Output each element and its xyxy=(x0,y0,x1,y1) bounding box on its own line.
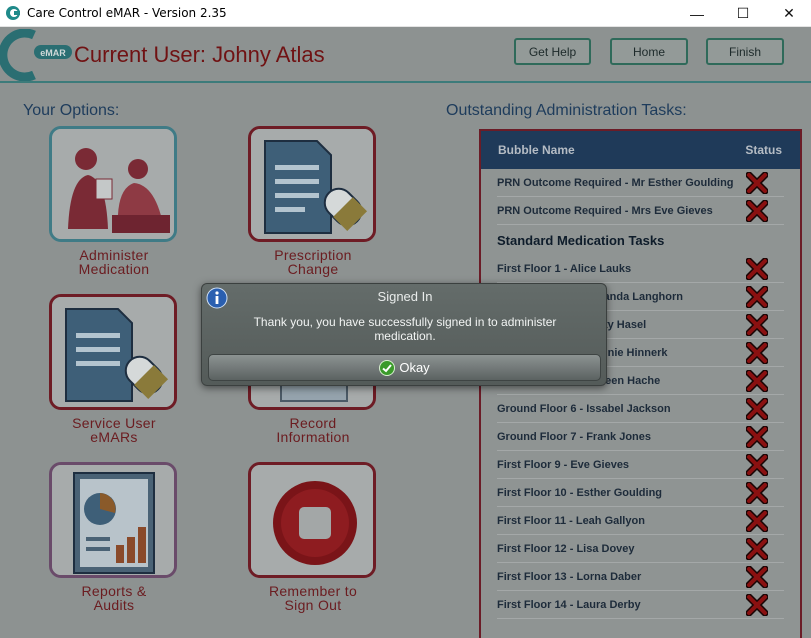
table-row[interactable]: First Floor 10 - Esther Goulding xyxy=(497,479,784,507)
prn-rows: PRN Outcome Required - Mr Esther Gouldin… xyxy=(481,169,800,225)
red-x-icon xyxy=(746,341,768,364)
home-button[interactable]: Home xyxy=(610,38,688,65)
remember-sign-out-tile[interactable]: Remember to Sign Out xyxy=(248,462,378,612)
logo-text: eMAR xyxy=(40,48,66,58)
okay-label: Okay xyxy=(399,360,430,375)
table-row[interactable]: First Floor 1 - Alice Lauks xyxy=(497,255,784,283)
reports-audits-tile[interactable]: Reports & Audits xyxy=(49,462,179,612)
red-x-icon xyxy=(746,425,768,448)
administer-medication-tile[interactable]: Administer Medication xyxy=(49,126,179,276)
nurse-patient-icon xyxy=(49,126,177,242)
bubble-name: First Floor 1 - Alice Lauks xyxy=(497,262,632,275)
red-x-icon xyxy=(746,199,768,222)
current-user-label: Current User: Johny Atlas xyxy=(74,42,325,67)
service-user-emars-label: Service User eMARs xyxy=(72,415,156,445)
table-row[interactable]: First Floor 9 - Eve Gieves xyxy=(497,451,784,479)
report-chart-icon xyxy=(49,462,177,578)
table-row[interactable]: First Floor 12 - Lisa Dovey xyxy=(497,535,784,563)
column-bubble-name: Bubble Name xyxy=(498,143,575,157)
document-pill-icon xyxy=(49,294,177,410)
signed-in-dialog: Signed In Thank you, you have successful… xyxy=(201,283,607,386)
bubble-name: First Floor 11 - Leah Gallyon xyxy=(497,514,645,527)
table-row[interactable]: PRN Outcome Required - Mrs Eve Gieves xyxy=(497,197,784,225)
table-row[interactable]: Ground Floor 6 - Issabel Jackson xyxy=(497,395,784,423)
prescription-change-label: Prescription Change xyxy=(274,247,352,277)
red-x-icon xyxy=(746,313,768,336)
close-button[interactable]: ✕ xyxy=(766,0,811,27)
table-row[interactable]: PRN Outcome Required - Mr Esther Gouldin… xyxy=(497,169,784,197)
finish-button[interactable]: Finish xyxy=(706,38,784,65)
reports-audits-label: Reports & Audits xyxy=(81,583,147,613)
table-row[interactable]: First Floor 11 - Leah Gallyon xyxy=(497,507,784,535)
bubble-name: Ground Floor 7 - Frank Jones xyxy=(497,430,652,443)
remember-sign-out-label: Remember to Sign Out xyxy=(268,583,358,613)
service-user-emars-tile[interactable]: Service User eMARs xyxy=(49,294,179,444)
tasks-title: Outstanding Administration Tasks: xyxy=(446,102,687,119)
red-x-icon xyxy=(746,537,768,560)
prescription-change-tile[interactable]: Prescription Change xyxy=(248,126,378,276)
red-x-icon xyxy=(746,565,768,588)
bubble-name: First Floor 14 - Laura Derby xyxy=(497,598,641,611)
bubble-name: PRN Outcome Required - Mrs Eve Gieves xyxy=(497,204,713,217)
stop-button-icon xyxy=(248,462,376,578)
check-icon xyxy=(379,359,396,376)
red-x-icon xyxy=(746,481,768,504)
app-header: eMAR Current User: Johny Atlas Get Help … xyxy=(0,27,811,83)
red-x-icon xyxy=(746,509,768,532)
red-x-icon xyxy=(746,369,768,392)
bubble-name: First Floor 13 - Lorna Daber xyxy=(497,570,642,583)
get-help-button[interactable]: Get Help xyxy=(514,38,591,65)
red-x-icon xyxy=(746,593,768,616)
record-information-label: Record Information xyxy=(276,415,350,445)
table-row[interactable]: First Floor 13 - Lorna Daber xyxy=(497,563,784,591)
red-x-icon xyxy=(746,171,768,194)
red-x-icon xyxy=(746,397,768,420)
bubble-name: Ground Floor 6 - Issabel Jackson xyxy=(497,402,671,415)
standard-tasks-subheading: Standard Medication Tasks xyxy=(497,232,665,248)
window-title: Care Control eMAR - Version 2.35 xyxy=(27,6,227,20)
dialog-title: Signed In xyxy=(377,289,433,304)
okay-button[interactable]: Okay xyxy=(208,354,601,381)
options-title: Your Options: xyxy=(23,102,120,119)
bubble-name: First Floor 12 - Lisa Dovey xyxy=(497,542,635,555)
red-x-icon xyxy=(746,285,768,308)
app-logo-icon xyxy=(6,6,20,20)
bubble-name: First Floor 9 - Eve Gieves xyxy=(497,458,630,471)
red-x-icon xyxy=(746,257,768,280)
bubble-name: First Floor 10 - Esther Goulding xyxy=(497,486,663,499)
column-status: Status xyxy=(745,143,782,157)
bubble-name: PRN Outcome Required - Mr Esther Gouldin… xyxy=(497,176,734,189)
dialog-message: Thank you, you have successfully signed … xyxy=(253,315,557,343)
emar-logo-icon: eMAR xyxy=(0,29,72,81)
administer-medication-label: Administer Medication xyxy=(78,247,150,277)
window-titlebar: Care Control eMAR - Version 2.35 — ☐ ✕ xyxy=(0,0,811,27)
table-row[interactable]: First Floor 14 - Laura Derby xyxy=(497,591,784,619)
maximize-button[interactable]: ☐ xyxy=(720,0,766,27)
red-x-icon xyxy=(746,453,768,476)
table-header: Bubble Name Status xyxy=(481,131,800,169)
prescription-pill-icon xyxy=(248,126,376,242)
table-row[interactable]: Ground Floor 7 - Frank Jones xyxy=(497,423,784,451)
minimize-button[interactable]: — xyxy=(674,0,720,27)
